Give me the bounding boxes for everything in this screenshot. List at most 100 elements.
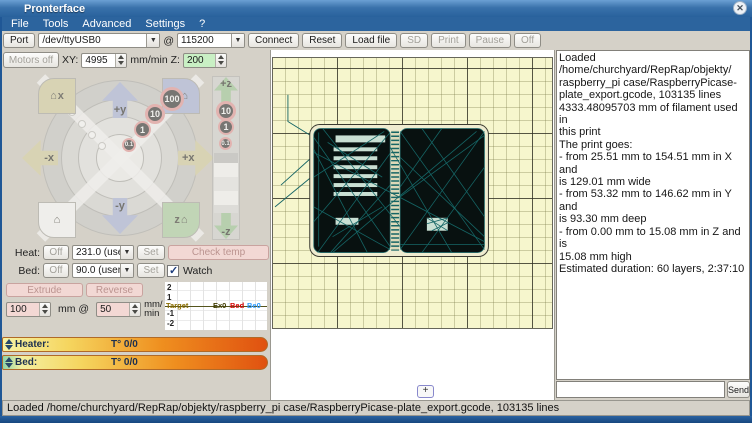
distance-10-badge[interactable]: 10	[145, 104, 165, 124]
port-button[interactable]: Port	[3, 33, 35, 48]
gauge-up-icon[interactable]	[5, 339, 13, 344]
mm-at-label: mm @	[58, 303, 89, 315]
home-z-button[interactable]: z ⌂	[162, 202, 200, 238]
load-file-button[interactable]: Load file	[345, 33, 397, 48]
reverse-button: Reverse	[86, 283, 143, 297]
pause-button: Pause	[469, 33, 511, 48]
heater-gauge[interactable]: Heater: T° 0/0	[2, 337, 268, 352]
off-button: Off	[514, 33, 541, 48]
bed-gauge[interactable]: Bed: T° 0/0	[2, 355, 268, 370]
titlebar[interactable]: Pronterface ✕	[0, 0, 752, 17]
extrude-speed-spinner[interactable]: 50	[96, 302, 141, 317]
bed-gauge-label: Bed:	[15, 357, 111, 368]
z-speed-label: mm/min Z:	[130, 54, 180, 66]
z-speed-spinner[interactable]: 200	[183, 53, 227, 68]
spinner-arrows-icon[interactable]	[129, 303, 140, 316]
gcode-render	[273, 58, 552, 328]
menu-file[interactable]: File	[4, 17, 36, 31]
heater-temp-combo[interactable]: 231.0 (user) ▼	[72, 245, 134, 260]
dropdown-arrow-icon[interactable]: ▼	[120, 246, 133, 259]
z-distance-10-badge[interactable]: 10	[216, 101, 236, 121]
mm-min-unit-label: mm/ min	[144, 300, 162, 318]
gauge-down-icon[interactable]	[5, 363, 13, 368]
close-icon: ✕	[736, 3, 744, 13]
bed-temp-combo[interactable]: 90.0 (user) ▼	[72, 263, 134, 278]
z-speed-value[interactable]: 200	[184, 54, 215, 67]
dropdown-arrow-icon[interactable]: ▼	[120, 264, 133, 277]
graph-legend-target: Target	[166, 302, 188, 310]
z-distance-0.1-badge[interactable]: 0.1	[219, 137, 232, 150]
z-band[interactable]	[214, 163, 238, 177]
heater-off-button: Off	[43, 245, 69, 260]
home-x-label: x	[58, 90, 64, 102]
baud-combo[interactable]: 115200 ▼	[177, 33, 245, 48]
print-button: Print	[431, 33, 466, 48]
graph-legend-ex0: Ex0	[213, 302, 226, 310]
send-button[interactable]: Send	[727, 381, 750, 398]
connect-button[interactable]: Connect	[248, 33, 299, 48]
menu-help[interactable]: ?	[192, 17, 212, 31]
command-input[interactable]	[556, 381, 725, 398]
extrude-length-value[interactable]: 100	[7, 303, 39, 316]
build-plate[interactable]	[272, 57, 553, 329]
window-border	[0, 17, 2, 416]
home-all-button[interactable]: ⌂	[38, 202, 76, 238]
window-title: Pronterface	[24, 3, 85, 15]
check-temp-button: Check temp	[168, 245, 269, 260]
z-band[interactable]	[214, 191, 238, 205]
menu-tools[interactable]: Tools	[36, 17, 76, 31]
z-band[interactable]	[214, 153, 238, 163]
extrude-speed-value[interactable]: 50	[97, 303, 129, 316]
port-combo[interactable]: /dev/ttyUSB0 ▼	[38, 33, 160, 48]
plus-y-label: +y	[114, 104, 127, 116]
extrude-amount-row: 100 mm @ 50 mm/ min	[6, 300, 163, 318]
zoom-in-button[interactable]: +	[417, 385, 434, 398]
z-distance-1-badge[interactable]: 1	[218, 119, 234, 135]
bed-row: Bed: Off 90.0 (user) ▼ Set	[10, 263, 165, 278]
menu-settings[interactable]: Settings	[138, 17, 192, 31]
heater-gauge-label: Heater:	[15, 339, 111, 350]
bed-label: Bed:	[10, 265, 40, 277]
xy-speed-spinner[interactable]: 4995	[81, 53, 127, 68]
extrude-length-spinner[interactable]: 100	[6, 302, 51, 317]
pad-dot	[88, 131, 96, 139]
jog-plus-z-button[interactable]: +z	[214, 77, 238, 103]
dropdown-arrow-icon[interactable]: ▼	[231, 34, 244, 47]
gauge-up-icon[interactable]	[5, 357, 13, 362]
bed-temp-value[interactable]: 90.0 (user)	[73, 264, 120, 277]
dropdown-arrow-icon[interactable]: ▼	[146, 34, 159, 47]
port-value[interactable]: /dev/ttyUSB0	[39, 34, 146, 47]
distance-1-badge[interactable]: 1	[134, 121, 151, 138]
gauge-down-icon[interactable]	[5, 345, 13, 350]
xy-jog-pad: ⌂ x y ⌂ ⌂ z ⌂ +y -y -x +x 100 10 1 0.1	[16, 76, 222, 240]
spinner-arrows-icon[interactable]	[215, 54, 226, 67]
z-band[interactable]	[214, 205, 238, 213]
house-icon: ⌂	[54, 214, 61, 226]
menubar: File Tools Advanced Settings ?	[0, 17, 752, 31]
baud-value[interactable]: 115200	[178, 34, 231, 47]
spinner-arrows-icon[interactable]	[115, 54, 126, 67]
statusbar: Loaded /home/churchyard/RepRap/objekty/r…	[2, 400, 750, 416]
bed-set-button: Set	[137, 263, 165, 278]
close-button[interactable]: ✕	[733, 1, 747, 15]
log-output[interactable]: Loaded /home/churchyard/RepRap/objekty/ …	[556, 50, 750, 380]
distance-100-badge[interactable]: 100	[160, 87, 184, 111]
z-band[interactable]	[214, 177, 238, 191]
home-x-button[interactable]: ⌂ x	[38, 78, 76, 114]
xy-speed-value[interactable]: 4995	[82, 54, 115, 67]
watch-row: Watch	[167, 265, 212, 277]
sd-button: SD	[400, 33, 428, 48]
menu-advanced[interactable]: Advanced	[75, 17, 138, 31]
plus-z-label: +z	[220, 78, 232, 90]
gcode-viewer[interactable]: +	[270, 50, 555, 400]
heater-temp-value[interactable]: 231.0 (user)	[73, 246, 120, 259]
at-label: @	[163, 35, 174, 47]
distance-0.1-badge[interactable]: 0.1	[122, 138, 136, 152]
spinner-arrows-icon[interactable]	[39, 303, 50, 316]
jog-minus-z-button[interactable]: -z	[214, 213, 238, 239]
watch-checkbox[interactable]	[167, 265, 179, 277]
minus-x-label: -x	[44, 152, 54, 164]
house-icon: ⌂	[181, 214, 188, 226]
heater-gauge-value: T° 0/0	[111, 339, 138, 350]
reset-button[interactable]: Reset	[302, 33, 342, 48]
